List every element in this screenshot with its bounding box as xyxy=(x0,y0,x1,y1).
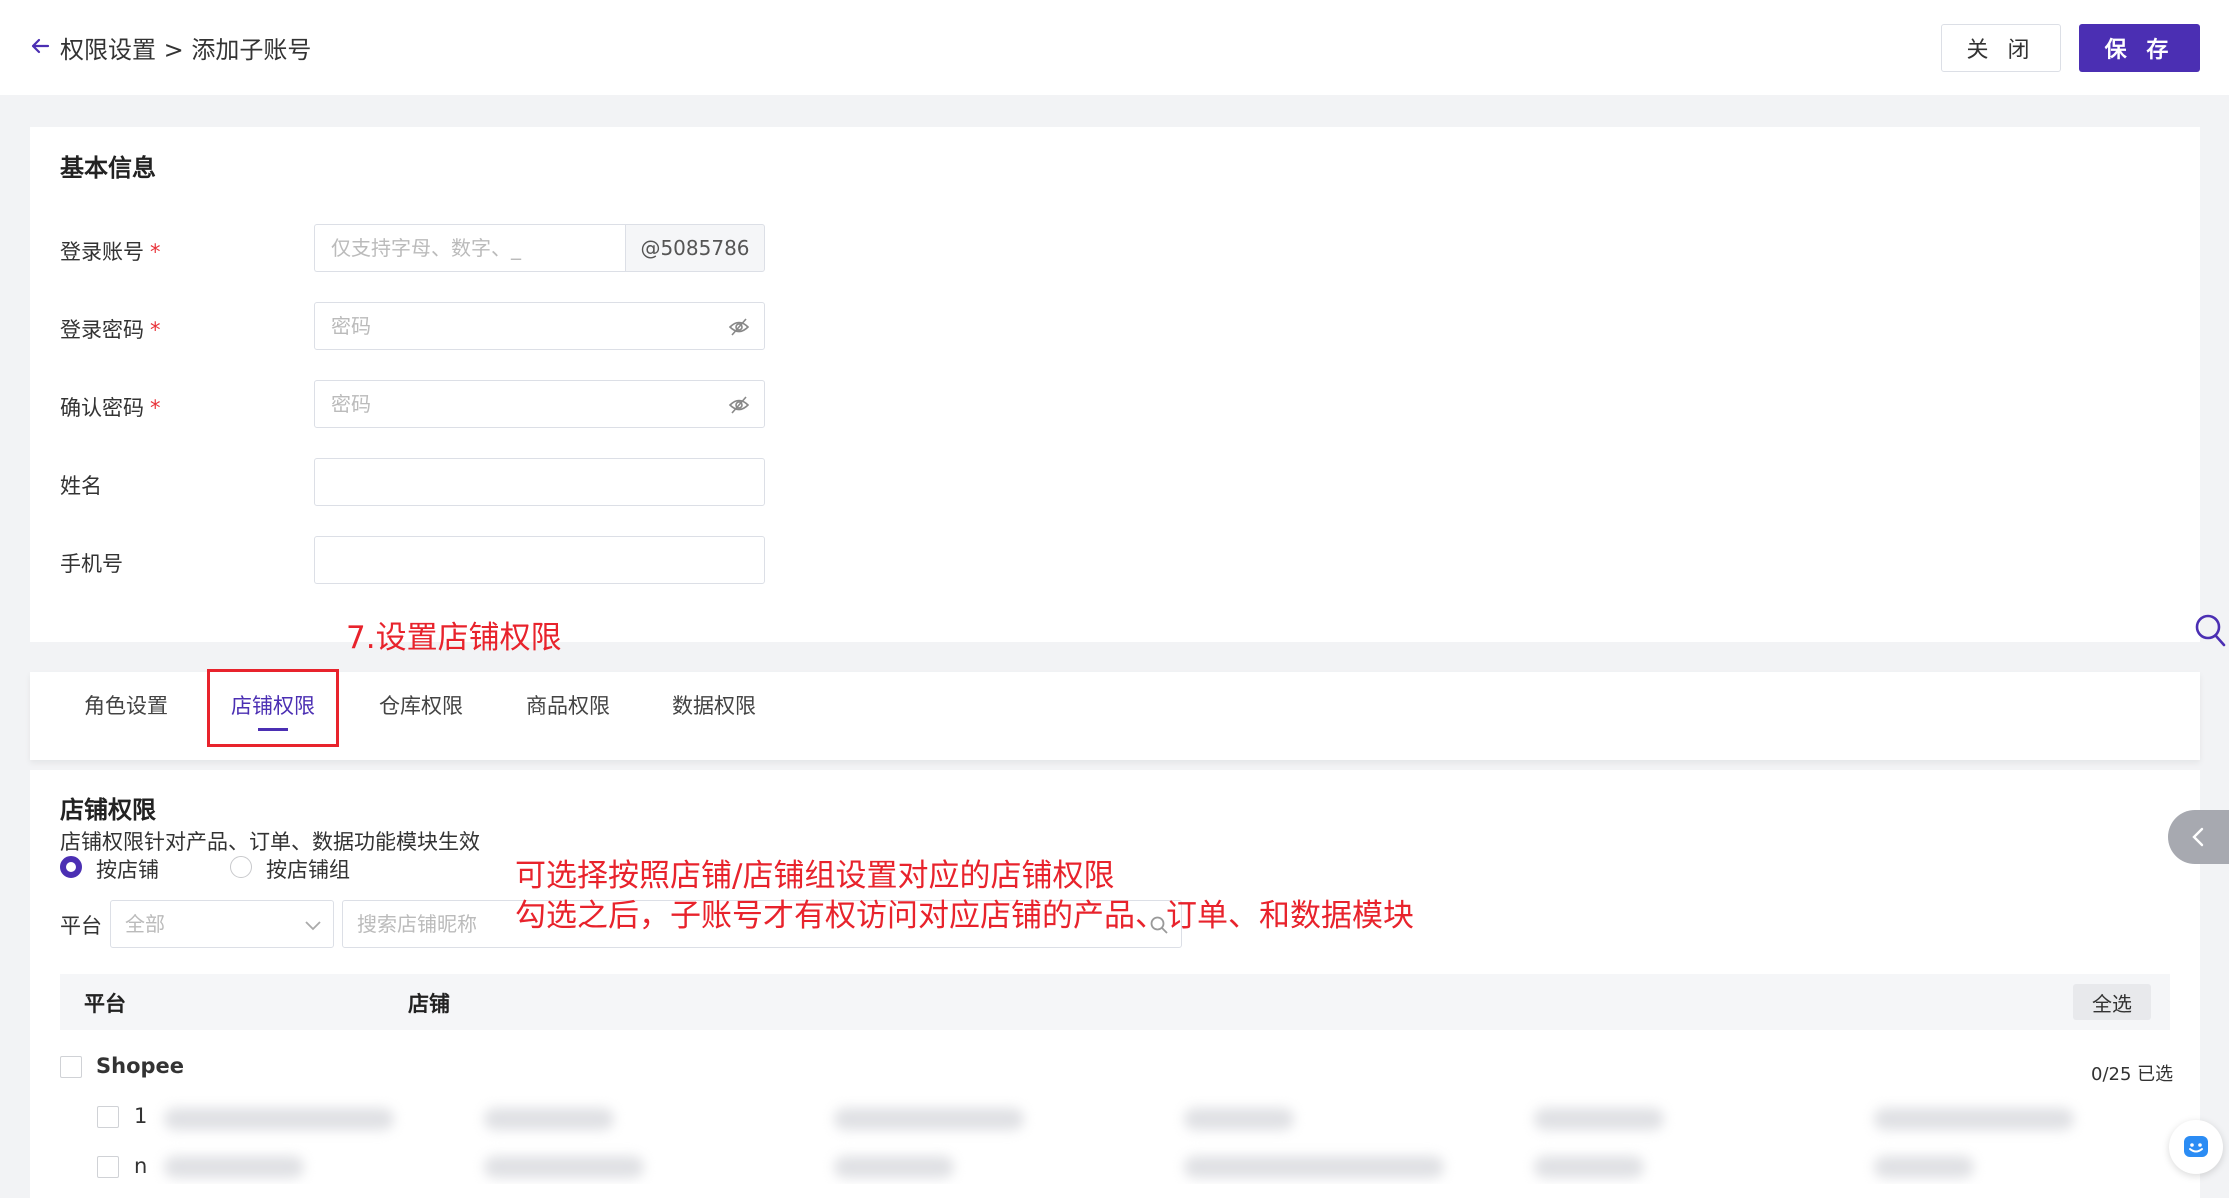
side-panel-toggle[interactable] xyxy=(2168,810,2229,864)
breadcrumb: 权限设置 > 添加子账号 xyxy=(60,36,312,64)
annotation-note-line1: 可选择按照店铺/店铺组设置对应的店铺权限 xyxy=(515,858,1115,894)
platform-group-name: Shopee xyxy=(96,1054,185,1078)
customer-service-button[interactable] xyxy=(2169,1120,2223,1174)
back-arrow-icon[interactable] xyxy=(28,34,52,58)
select-all-button[interactable]: 全选 xyxy=(2073,984,2151,1020)
tab-data-permission[interactable]: 数据权限 xyxy=(672,690,756,720)
platform-checkbox[interactable] xyxy=(60,1056,82,1078)
shop-row-checkbox[interactable] xyxy=(97,1106,119,1128)
eye-off-icon[interactable] xyxy=(728,317,750,337)
close-button[interactable]: 关 闭 xyxy=(1941,24,2061,72)
name-input[interactable] xyxy=(314,458,765,506)
top-bar: 权限设置 > 添加子账号 关 闭 保 存 xyxy=(0,0,2229,95)
shop-permission-title: 店铺权限 xyxy=(60,796,156,824)
phone-input[interactable] xyxy=(314,536,765,584)
field-label-phone: 手机号 xyxy=(60,552,123,576)
field-label-login-password: 登录密码 * xyxy=(60,318,161,342)
tab-role-settings[interactable]: 角色设置 xyxy=(84,690,168,720)
account-domain-suffix: @5085786 xyxy=(625,224,765,272)
tab-product-permission[interactable]: 商品权限 xyxy=(526,690,610,720)
platform-filter-label: 平台 xyxy=(60,914,102,938)
basic-info-title: 基本信息 xyxy=(60,154,156,182)
platform-select[interactable]: 全部 xyxy=(110,900,334,948)
column-header-platform: 平台 xyxy=(84,992,126,1016)
save-button[interactable]: 保 存 xyxy=(2079,24,2200,72)
annotation-step7: 7.设置店铺权限 xyxy=(346,620,562,656)
radio-by-shop-group[interactable] xyxy=(230,856,252,878)
confirm-password-input[interactable]: 密码 xyxy=(314,380,765,428)
field-label-confirm-password: 确认密码 * xyxy=(60,396,161,420)
chevron-left-icon xyxy=(2192,827,2204,847)
tab-warehouse-permission[interactable]: 仓库权限 xyxy=(379,690,463,720)
radio-by-shop-group-label[interactable]: 按店铺组 xyxy=(266,854,350,884)
annotation-note-line2: 勾选之后，子账号才有权访问对应店铺的产品、订单、和数据模块 xyxy=(515,898,1414,934)
eye-off-icon[interactable] xyxy=(728,395,750,415)
shop-permission-description: 店铺权限针对产品、订单、数据功能模块生效 xyxy=(60,830,480,854)
selected-count: 0/25 已选 xyxy=(2091,1064,2174,1085)
shop-table-header xyxy=(60,974,2170,1030)
field-label-login-account: 登录账号 * xyxy=(60,240,161,264)
search-icon[interactable] xyxy=(2193,612,2227,648)
column-header-shop: 店铺 xyxy=(408,992,450,1016)
login-password-input[interactable]: 密码 xyxy=(314,302,765,350)
login-account-input[interactable]: 仅支持字母、数字、_ xyxy=(314,224,625,272)
chevron-down-icon xyxy=(305,921,321,931)
smile-icon xyxy=(2184,1136,2208,1157)
radio-by-shop[interactable] xyxy=(60,856,82,878)
blurred-shop-list xyxy=(144,1096,2130,1184)
radio-by-shop-label[interactable]: 按店铺 xyxy=(96,854,159,884)
shop-row-checkbox[interactable] xyxy=(97,1156,119,1178)
permission-tabs xyxy=(30,672,2200,760)
field-label-name: 姓名 xyxy=(60,474,102,498)
annotation-highlight-box xyxy=(207,669,339,747)
